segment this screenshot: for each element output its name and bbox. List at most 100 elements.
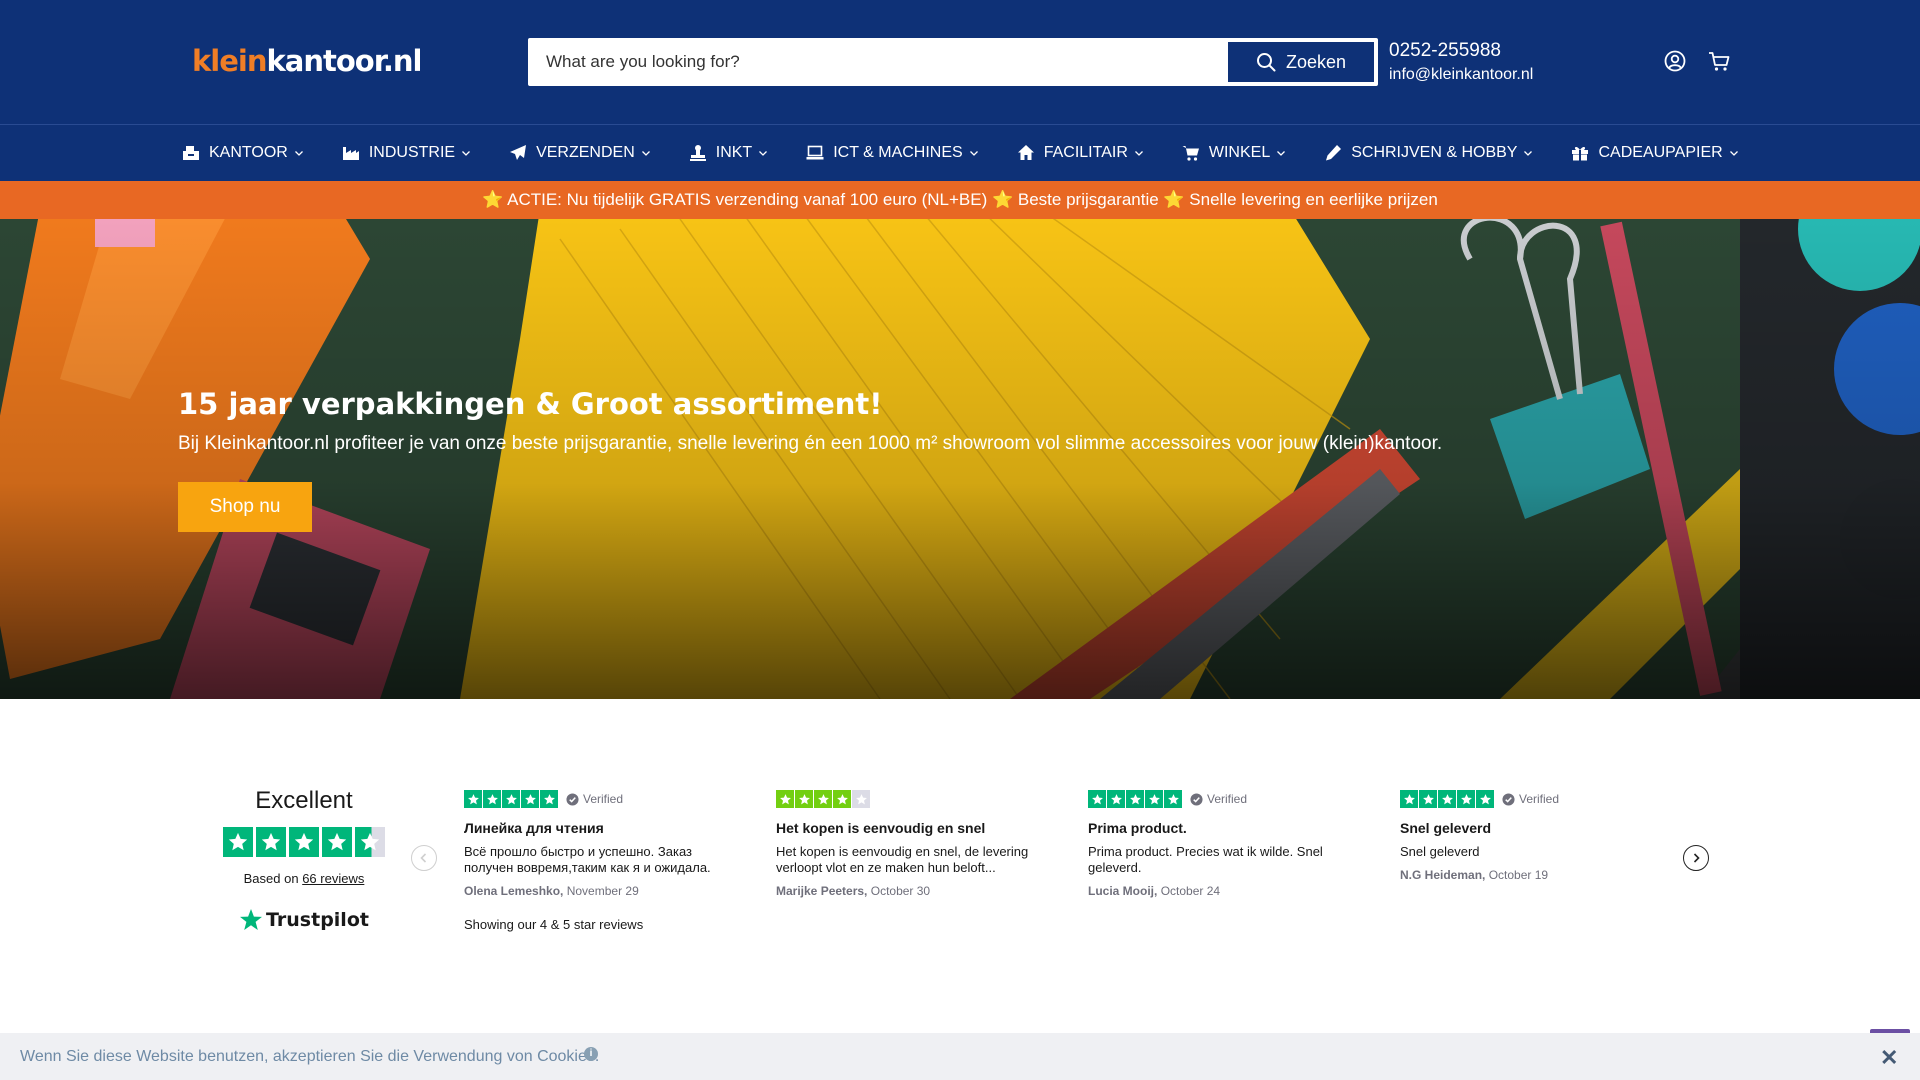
- chevron-down-icon: [462, 151, 471, 156]
- review-card[interactable]: Verified Snel geleverd Snel geleverd N.G…: [1400, 790, 1670, 882]
- chevron-right-icon: [1693, 853, 1700, 863]
- review-author: Olena Lemeshko,: [464, 884, 564, 898]
- review-card[interactable]: Verified Линейка для чтения Всё прошло б…: [464, 790, 734, 898]
- nav-item-ict-machines[interactable]: ICT & MACHINES: [806, 144, 979, 162]
- review-date: October 24: [1160, 884, 1221, 898]
- previous-review-button[interactable]: [411, 845, 437, 871]
- review-card[interactable]: Het kopen is eenvoudig en snel Het kopen…: [776, 790, 1046, 898]
- stamp-icon: [689, 145, 706, 161]
- nav-item-schrijven-hobby[interactable]: SCHRIJVEN & HOBBY: [1324, 144, 1533, 162]
- phone-number[interactable]: 0252-255988: [1389, 40, 1533, 62]
- chevron-down-icon: [969, 151, 978, 156]
- review-stars: [464, 790, 558, 808]
- chevron-down-icon: [1134, 151, 1143, 156]
- cookie-message: Wenn Sie diese Website benutzen, akzepti…: [20, 1048, 600, 1065]
- nav-label: FACILITAIR: [1043, 144, 1128, 161]
- based-on-text: Based on 66 reviews: [210, 871, 398, 886]
- verified-badge: Verified: [1190, 792, 1247, 806]
- star-icon: [1126, 790, 1144, 808]
- star-icon: [1400, 790, 1418, 808]
- email-address[interactable]: info@kleinkantoor.nl: [1389, 66, 1533, 84]
- review-date: October 30: [870, 884, 931, 898]
- star-icon: [1476, 790, 1494, 808]
- review-count-link[interactable]: 66 reviews: [302, 871, 364, 886]
- gift-icon: [1572, 146, 1589, 161]
- based-on-prefix: Based on: [243, 871, 299, 886]
- contact-info: 0252-255988 info@kleinkantoor.nl: [1389, 40, 1533, 84]
- promo-banner: ⭐ ACTIE: Nu tijdelijk GRATIS verzending …: [0, 181, 1920, 219]
- search-input[interactable]: [530, 40, 1226, 84]
- review-author: Lucia Mooij,: [1088, 884, 1158, 898]
- review-date: November 29: [566, 884, 639, 898]
- star-icon: [814, 790, 832, 808]
- factory-icon: [342, 147, 359, 160]
- review-title: Het kopen is eenvoudig en snel: [776, 820, 986, 836]
- star-icon: [1107, 790, 1125, 808]
- review-date: October 19: [1488, 868, 1549, 882]
- nav-label: KANTOOR: [209, 144, 288, 161]
- paper-plane-icon: [510, 145, 527, 160]
- nav-item-kantoor[interactable]: KANTOOR: [182, 144, 304, 162]
- review-author: Marijke Peeters,: [776, 884, 868, 898]
- star-icon: [289, 827, 319, 857]
- logo-part-klein: klein: [192, 44, 267, 78]
- promo-text: ⭐ ACTIE: Nu tijdelijk GRATIS verzending …: [482, 190, 1438, 209]
- chevron-down-icon: [641, 151, 650, 156]
- logo-part-kantoor: kantoor.nl: [266, 44, 422, 78]
- chevron-down-icon: [759, 151, 768, 156]
- verified-label: Verified: [1207, 792, 1248, 806]
- next-review-button[interactable]: [1683, 845, 1709, 871]
- review-stars: [776, 790, 870, 808]
- nav-label: CADEAUPAPIER: [1598, 144, 1723, 161]
- shop-now-button[interactable]: Shop nu: [178, 482, 312, 532]
- chevron-left-icon: [420, 853, 427, 863]
- verified-check-icon: [1502, 792, 1515, 806]
- close-cookie-button[interactable]: ✕: [1880, 1045, 1898, 1071]
- star-icon: [1457, 790, 1475, 808]
- nav-item-industrie[interactable]: INDUSTRIE: [342, 144, 471, 162]
- site-logo[interactable]: kleinkantoor.nl: [192, 44, 422, 78]
- nav-label: ICT & MACHINES: [833, 144, 963, 161]
- review-title: Snel geleverd: [1400, 820, 1492, 836]
- star-icon: [502, 790, 520, 808]
- verified-label: Verified: [1519, 792, 1560, 806]
- star-icon: [1438, 790, 1456, 808]
- nav-item-verzenden[interactable]: VERZENDEN: [509, 144, 651, 162]
- trustpilot-widget: Excellent Based on 66 reviews Trustpilot: [0, 699, 1920, 1033]
- nav-label: INKT: [715, 144, 753, 161]
- laptop-icon: [806, 145, 824, 160]
- star-icon: [256, 827, 286, 857]
- nav-item-facilitair[interactable]: FACILITAIR: [1017, 144, 1144, 162]
- showing-reviews-text: Showing our 4 & 5 star reviews: [464, 917, 644, 932]
- review-stars: [1088, 790, 1182, 808]
- search-icon: [1256, 53, 1276, 72]
- review-meta: Marijke Peeters, October 30: [776, 884, 1046, 898]
- search-bar: Zoeken: [528, 38, 1378, 86]
- account-icon[interactable]: [1662, 48, 1688, 74]
- half-star-icon: [355, 827, 385, 857]
- chevron-down-icon: [1729, 151, 1738, 156]
- review-card[interactable]: Verified Prima product. Prima product. P…: [1088, 790, 1358, 898]
- nav-label: VERZENDEN: [536, 144, 635, 161]
- star-icon: [776, 790, 794, 808]
- site-header: kleinkantoor.nl Zoeken 0252-255988 info@…: [0, 0, 1920, 124]
- cart-icon[interactable]: [1706, 48, 1732, 74]
- nav-item-winkel[interactable]: WINKEL: [1182, 144, 1286, 162]
- verified-check-icon: [566, 792, 579, 806]
- nav-item-cadeaupapier[interactable]: CADEAUPAPIER: [1571, 144, 1738, 162]
- home-icon: [1017, 145, 1034, 160]
- info-icon[interactable]: i: [584, 1047, 598, 1061]
- review-meta: N.G Heideman, October 19: [1400, 868, 1670, 882]
- review-body: Prima product. Precies wat ik wilde. Sne…: [1088, 844, 1323, 875]
- verified-label: Verified: [583, 792, 624, 806]
- hero-background-image: [0, 219, 1920, 699]
- star-icon: [322, 827, 352, 857]
- star-icon: [1419, 790, 1437, 808]
- search-button[interactable]: Zoeken: [1228, 42, 1374, 82]
- chevron-down-icon: [1277, 151, 1286, 156]
- trustpilot-summary: Excellent Based on 66 reviews Trustpilot: [210, 787, 398, 932]
- nav-item-inkt[interactable]: INKT: [689, 144, 768, 162]
- review-title: Линейка для чтения: [464, 820, 604, 836]
- trustpilot-logo[interactable]: Trustpilot: [210, 908, 398, 932]
- trustpilot-star-icon: [240, 909, 263, 930]
